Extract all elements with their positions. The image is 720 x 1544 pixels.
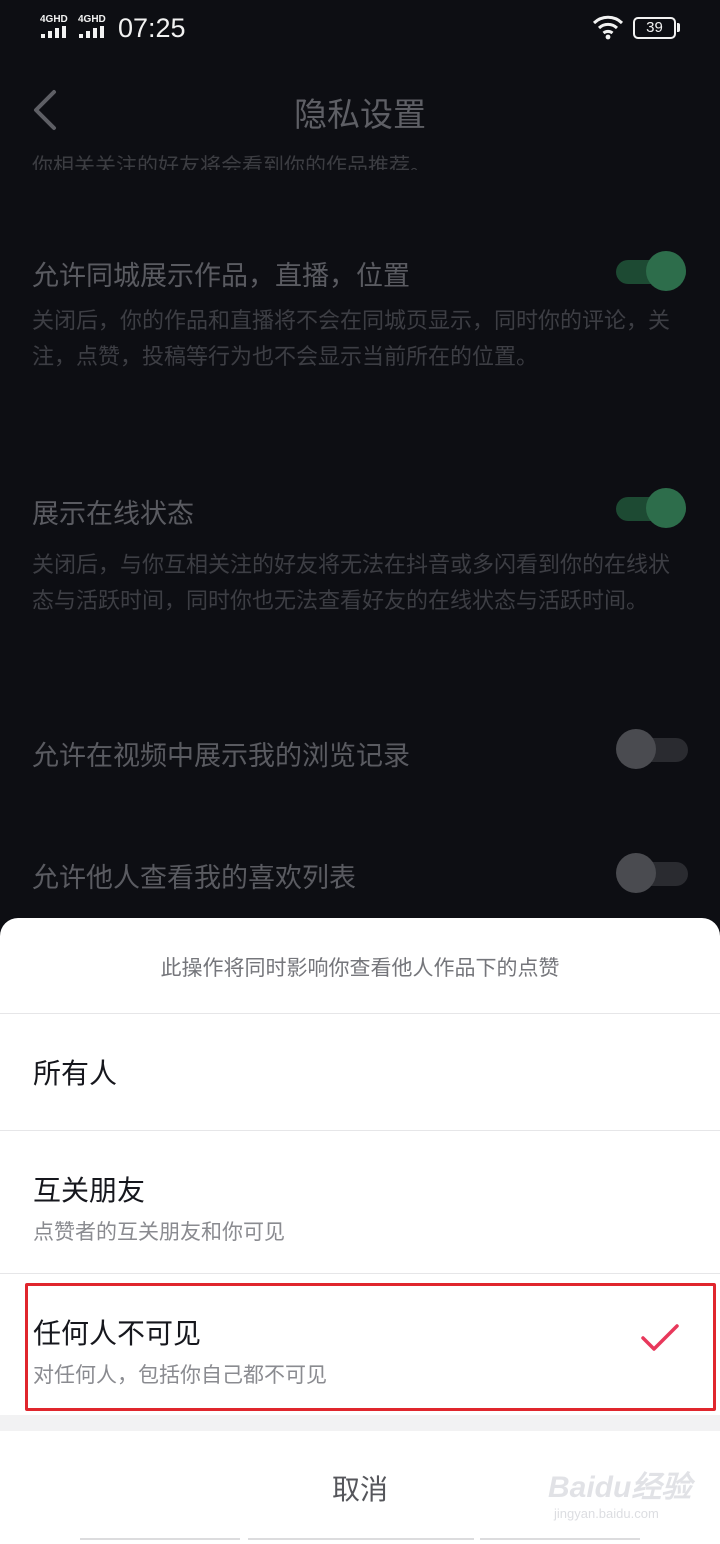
setting-nearby-display: 允许同城展示作品，直播，位置 关闭后，你的作品和直播将不会在同城页显示，同时你的… bbox=[32, 251, 688, 414]
setting-likes-list: 允许他人查看我的喜欢列表 bbox=[32, 853, 690, 896]
network-type-2: 4GHD bbox=[78, 14, 106, 25]
sheet-gap bbox=[0, 1415, 720, 1431]
browsing-history-toggle[interactable] bbox=[616, 729, 690, 769]
nearby-display-toggle[interactable] bbox=[614, 251, 688, 291]
option-label: 任何人不可见 bbox=[33, 1317, 202, 1350]
option-description: 对任何人，包括你自己都不可见 bbox=[33, 1363, 327, 1387]
checkmark-icon bbox=[641, 1324, 679, 1351]
watermark-url: jingyan.baidu.com bbox=[554, 1506, 659, 1521]
nav-bar bbox=[80, 1538, 640, 1540]
battery-tip bbox=[677, 23, 680, 32]
network-type-1: 4GHD bbox=[40, 14, 68, 25]
setting-title: 展示在线状态 bbox=[32, 499, 194, 530]
option-label: 互关朋友 bbox=[33, 1174, 146, 1207]
setting-description: 关闭后，你的作品和直播将不会在同城页显示，同时你的评论，关注，点赞，投稿等行为也… bbox=[32, 309, 671, 370]
cellular-signal-icon: 4GHD bbox=[40, 14, 74, 38]
cellular-signal-icon-2: 4GHD bbox=[78, 14, 112, 38]
setting-browsing-history: 允许在视频中展示我的浏览记录 bbox=[32, 729, 688, 774]
clipped-description: 你相关关注的好友将会看到你的作品推荐。 bbox=[32, 154, 431, 170]
option-label: 所有人 bbox=[33, 1057, 118, 1090]
option-everyone[interactable]: 所有人 bbox=[0, 1014, 720, 1130]
battery-icon: 39 bbox=[633, 17, 676, 39]
watermark: Baidu经验 jingyan.baidu.com bbox=[548, 1462, 698, 1526]
setting-description: 关闭后，与你互相关注的好友将无法在抖音或多闪看到你的在线状态与活跃时间，同时你也… bbox=[32, 553, 671, 614]
option-nobody[interactable]: 任何人不可见 对任何人，包括你自己都不可见 bbox=[0, 1274, 720, 1414]
online-status-toggle[interactable] bbox=[614, 488, 688, 528]
clock: 07:25 bbox=[118, 13, 186, 43]
likes-list-toggle[interactable] bbox=[616, 853, 690, 893]
setting-online-status: 展示在线状态 关闭后，与你互相关注的好友将无法在抖音或多闪看到你的在线状态与活跃… bbox=[32, 488, 688, 652]
page-title: 隐私设置 bbox=[294, 95, 426, 134]
option-mutual-friends[interactable]: 互关朋友 点赞者的互关朋友和你可见 bbox=[0, 1131, 720, 1273]
setting-title: 允许在视频中展示我的浏览记录 bbox=[32, 741, 410, 772]
option-description: 点赞者的互关朋友和你可见 bbox=[33, 1220, 285, 1244]
status-bar: 4GHD 4GHD 07:25 39 bbox=[0, 0, 720, 58]
setting-title: 允许他人查看我的喜欢列表 bbox=[32, 863, 356, 894]
watermark-text: Baidu经验 bbox=[548, 1471, 692, 1504]
sheet-hint: 此操作将同时影响你查看他人作品下的点赞 bbox=[160, 956, 560, 980]
setting-title: 允许同城展示作品，直播，位置 bbox=[32, 261, 410, 292]
wifi-icon bbox=[592, 15, 624, 40]
